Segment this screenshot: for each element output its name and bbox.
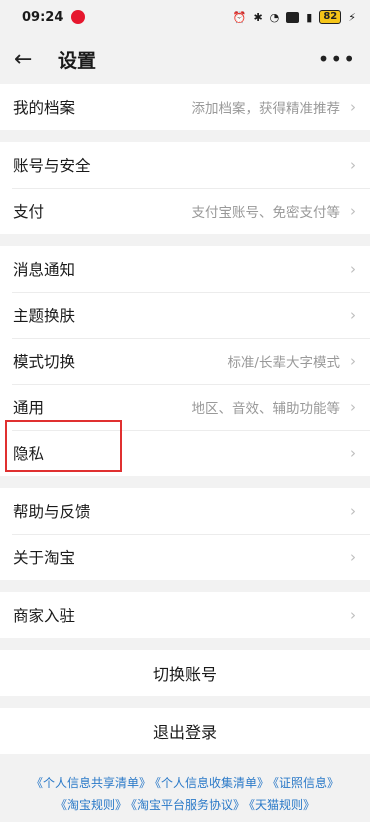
row-right: › — [350, 306, 356, 324]
chevron-right-icon: › — [350, 306, 356, 324]
row-hint: 地区、音效、辅助功能等 — [191, 401, 341, 417]
row-hint: 添加档案，获得精准推荐 — [191, 101, 341, 117]
row-right: 添加档案，获得精准推荐 › — [192, 97, 357, 117]
row-right: 地区、音效、辅助功能等 › — [192, 397, 357, 417]
bluetooth-icon: ✱ — [253, 10, 263, 24]
row-hint: 支付宝账号、免密支付等 — [191, 205, 341, 221]
signal-icon: ▮ — [306, 10, 313, 24]
chevron-right-icon: › — [350, 398, 356, 416]
more-icon[interactable]: ••• — [318, 47, 356, 71]
footer-link[interactable]: 《淘宝规则》 — [55, 798, 127, 812]
footer-link[interactable]: 《个人信息收集清单》 — [155, 776, 269, 790]
chevron-right-icon: › — [350, 606, 356, 624]
footer-line: 《淘宝规则》 《淘宝平台服务协议》 《天猫规则》 — [0, 794, 370, 816]
status-bar: 09:24 ⏰ ✱ ◔ ▮ 82 ⚡ — [0, 0, 370, 34]
chevron-right-icon: › — [350, 98, 356, 116]
row-right: 标准/长辈大字模式 › — [227, 351, 356, 371]
settings-group: 账号与安全 › 支付 支付宝账号、免密支付等 › — [0, 142, 370, 234]
footer-link[interactable]: 《天猫规则》 — [249, 798, 315, 812]
back-arrow-icon[interactable]: ← — [14, 47, 44, 72]
row-label: 账号与安全 — [13, 157, 91, 175]
charging-icon: ⚡ — [348, 10, 356, 24]
logout-button[interactable]: 退出登录 — [0, 708, 370, 754]
settings-row[interactable]: 模式切换 标准/长辈大字模式 › — [0, 338, 370, 384]
chevron-right-icon: › — [350, 548, 356, 566]
wifi-icon: ◔ — [269, 10, 280, 24]
row-label: 我的档案 — [13, 99, 76, 117]
row-right: › — [350, 260, 356, 278]
settings-list: 我的档案 添加档案，获得精准推荐 › 账号与安全 › 支付 支付宝账号、免密支付等 › 消息通知… — [0, 84, 370, 638]
row-label: 消息通知 — [13, 261, 76, 279]
row-right: › — [350, 156, 356, 174]
chevron-right-icon: › — [350, 202, 356, 220]
weibo-icon — [71, 10, 86, 24]
row-right: › — [350, 606, 356, 624]
row-label: 商家入驻 — [13, 607, 76, 625]
footer-link[interactable]: 《淘宝平台服务协议》 — [131, 798, 245, 812]
row-label: 关于淘宝 — [13, 549, 76, 567]
settings-row[interactable]: 支付 支付宝账号、免密支付等 › — [0, 188, 370, 234]
settings-row[interactable]: 账号与安全 › — [0, 142, 370, 188]
row-label: 主题换肤 — [13, 307, 76, 325]
footer-link[interactable]: 《证照信息》 — [273, 776, 339, 790]
row-label: 通用 — [13, 399, 45, 417]
row-label: 模式切换 — [13, 353, 76, 371]
footer-links: 《个人信息共享清单》 《个人信息收集清单》 《证照信息》 《淘宝规则》 《淘宝平台服务协… — [0, 766, 370, 816]
privacy-highlight-box — [5, 420, 122, 472]
switch-account-button[interactable]: 切换账号 — [0, 650, 370, 696]
settings-group: 商家入驻 › — [0, 592, 370, 638]
page-title: 设置 — [58, 49, 97, 72]
settings-row[interactable]: 消息通知 › — [0, 246, 370, 292]
chevron-right-icon: › — [350, 444, 356, 462]
settings-group: 我的档案 添加档案，获得精准推荐 › — [0, 84, 370, 130]
settings-row[interactable]: 帮助与反馈 › — [0, 488, 370, 534]
header: ← 设置 ••• — [0, 34, 370, 84]
settings-row[interactable]: 关于淘宝 › — [0, 534, 370, 580]
footer-line: 《个人信息共享清单》 《个人信息收集清单》 《证照信息》 — [0, 772, 370, 794]
settings-row[interactable]: 我的档案 添加档案，获得精准推荐 › — [0, 84, 370, 130]
row-right: 支付宝账号、免密支付等 › — [192, 201, 357, 221]
row-hint: 标准/长辈大字模式 — [227, 355, 340, 371]
row-right: › — [350, 548, 356, 566]
chevron-right-icon: › — [350, 352, 356, 370]
row-label: 支付 — [13, 203, 45, 221]
chevron-right-icon: › — [350, 260, 356, 278]
row-right: › — [350, 502, 356, 520]
settings-row[interactable]: 商家入驻 › — [0, 592, 370, 638]
row-label: 帮助与反馈 — [13, 503, 91, 521]
footer-link[interactable]: 《个人信息共享清单》 — [31, 776, 151, 790]
settings-group: 帮助与反馈 › 关于淘宝 › — [0, 488, 370, 580]
settings-row[interactable]: 主题换肤 › — [0, 292, 370, 338]
chevron-right-icon: › — [350, 156, 356, 174]
chevron-right-icon: › — [350, 502, 356, 520]
status-time: 09:24 — [22, 9, 64, 25]
alarm-icon: ⏰ — [232, 10, 247, 24]
hd-icon — [286, 11, 300, 23]
battery-icon: 82 — [319, 10, 342, 24]
row-right: › — [350, 444, 356, 462]
